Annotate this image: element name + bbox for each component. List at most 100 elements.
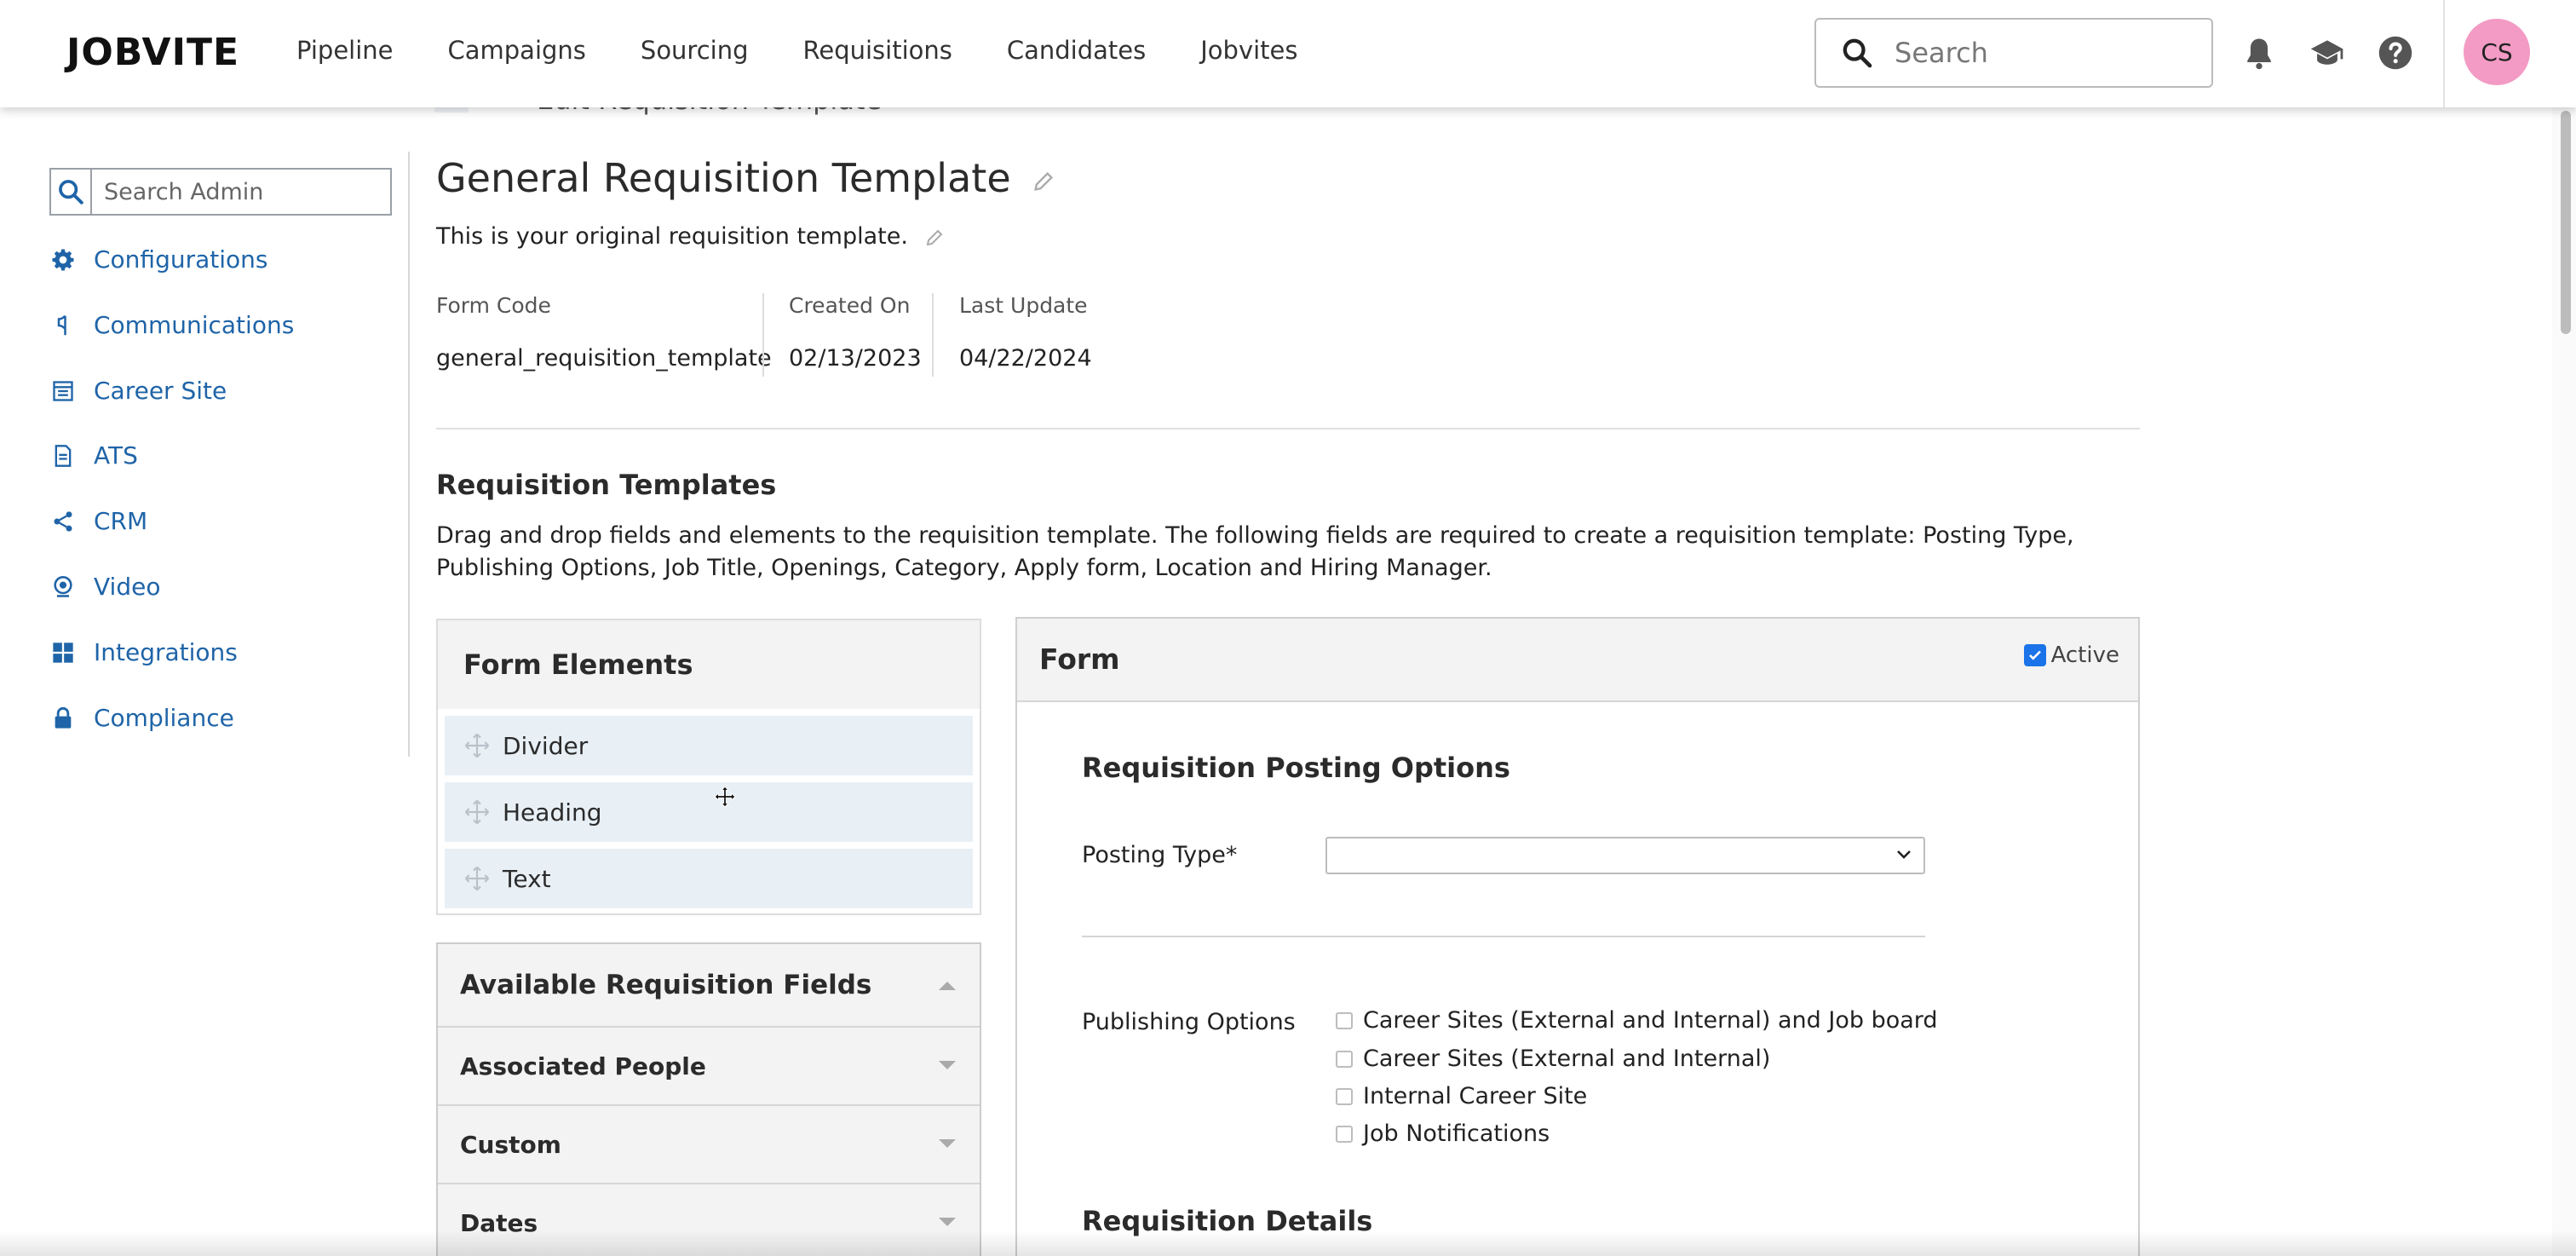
drag-handle-icon[interactable]	[462, 798, 492, 826]
requisition-templates-instructions: Drag and drop fields and elements to the…	[436, 522, 2074, 581]
checkbox[interactable]	[1336, 1087, 1353, 1105]
form-element-text[interactable]: Text	[445, 849, 973, 908]
graduation-cap-icon[interactable]	[2309, 34, 2346, 72]
search-icon	[1843, 38, 1872, 68]
search-icon	[59, 180, 83, 205]
meta-label: Form Code	[436, 293, 551, 318]
nav-pipeline[interactable]: Pipeline	[296, 36, 394, 65]
admin-search-button[interactable]	[51, 170, 92, 214]
global-search-placeholder: Search	[1895, 37, 1988, 69]
sidebar-item-compliance[interactable]: Compliance	[49, 704, 234, 732]
nav-campaigns[interactable]: Campaigns	[448, 36, 586, 65]
meta-last-update: Last Update 04/22/2024	[959, 293, 1092, 372]
form-elements-heading: Form Elements	[438, 620, 980, 709]
global-search-input[interactable]: Search	[1814, 18, 2213, 88]
meta-value: 02/13/2023	[789, 345, 922, 372]
publishing-option-job-notifications[interactable]: Job Notifications	[1325, 1121, 1550, 1147]
sidebar-item-label: Career Site	[94, 377, 227, 405]
checkbox[interactable]	[1336, 1050, 1353, 1068]
help-icon[interactable]	[2377, 34, 2414, 72]
chevron-up-icon[interactable]	[939, 980, 956, 990]
checkbox[interactable]	[1336, 1125, 1353, 1143]
field-group-associated-people[interactable]: Associated People	[438, 1028, 980, 1106]
sidebar-item-crm[interactable]: CRM	[49, 507, 147, 535]
available-fields-heading: Available Requisition Fields	[460, 970, 872, 1000]
sidebar-item-label: Configurations	[94, 245, 268, 274]
requisition-templates-heading: Requisition Templates	[436, 469, 777, 501]
sidebar-item-label: Video	[94, 573, 161, 601]
main-nav: Pipeline Campaigns Sourcing Requisitions…	[296, 36, 1353, 65]
publishing-option-career-sites-job-board[interactable]: Career Sites (External and Internal) and…	[1325, 1007, 1938, 1034]
chevron-down-icon[interactable]	[939, 1061, 956, 1071]
posting-type-label: Posting Type*	[1082, 842, 1238, 868]
meta-label: Created On	[789, 293, 911, 318]
admin-search-placeholder: Search Admin	[104, 178, 264, 205]
topbar-divider	[2443, 0, 2445, 107]
sidebar-item-video[interactable]: Video	[49, 573, 160, 601]
lock-icon	[49, 705, 77, 732]
field-group-custom[interactable]: Custom	[438, 1106, 980, 1184]
edit-title-pencil-icon[interactable]	[1032, 170, 1055, 193]
page-icon	[49, 377, 77, 405]
field-group-label: Associated People	[460, 1051, 706, 1080]
template-description-text: This is your original requisition templa…	[436, 223, 908, 250]
form-panel-header: Form Active	[1017, 619, 2138, 702]
form-elements-panel: Form Elements Divider Heading Text	[436, 619, 981, 915]
admin-search-input[interactable]: Search Admin	[49, 168, 392, 216]
publishing-option-label: Job Notifications	[1363, 1121, 1550, 1147]
page-title: General Requisition Template	[436, 155, 1055, 201]
nav-jobvites[interactable]: Jobvites	[1200, 36, 1297, 65]
window-bottom-shadow	[0, 1230, 2576, 1256]
nav-sourcing[interactable]: Sourcing	[641, 36, 749, 65]
publishing-option-career-sites[interactable]: Career Sites (External and Internal)	[1325, 1046, 1770, 1072]
active-checkbox[interactable]	[2023, 644, 2046, 666]
drag-handle-icon[interactable]	[462, 732, 492, 759]
meta-divider	[762, 293, 764, 377]
form-element-label: Text	[503, 864, 551, 893]
drag-handle-icon[interactable]	[462, 865, 492, 892]
grid-icon	[49, 639, 77, 666]
move-cursor-icon	[714, 786, 736, 808]
nav-candidates[interactable]: Candidates	[1007, 36, 1146, 65]
checkmark-icon	[2028, 650, 2041, 660]
sidebar-item-label: CRM	[94, 507, 148, 535]
sidebar-item-label: ATS	[94, 441, 138, 470]
user-avatar[interactable]: CS	[2464, 19, 2530, 85]
sidebar-item-label: Compliance	[94, 704, 234, 732]
available-fields-header[interactable]: Available Requisition Fields	[438, 944, 980, 1028]
sidebar-item-career-site[interactable]: Career Site	[49, 377, 227, 405]
posting-type-select[interactable]	[1325, 837, 1925, 874]
form-element-divider[interactable]: Divider	[445, 716, 973, 775]
publishing-option-label: Career Sites (External and Internal) and…	[1363, 1007, 1938, 1034]
sidebar-item-label: Communications	[94, 311, 295, 339]
form-panel: Form Active Requisition Posting Options …	[1015, 617, 2140, 1256]
meta-divider	[932, 293, 934, 377]
sidebar-item-label: Integrations	[94, 638, 238, 666]
sidebar-item-communications[interactable]: Communications	[49, 311, 294, 339]
webcam-icon	[49, 573, 77, 601]
section-divider	[436, 428, 2140, 429]
sidebar-item-integrations[interactable]: Integrations	[49, 638, 238, 666]
chevron-down-icon[interactable]	[939, 1218, 956, 1228]
nav-requisitions[interactable]: Requisitions	[803, 36, 952, 65]
active-toggle[interactable]: Active	[2019, 642, 2119, 668]
edit-description-pencil-icon[interactable]	[924, 228, 945, 248]
jobvite-logo[interactable]: JOBVITE	[66, 31, 239, 74]
page-scrollbar-thumb[interactable]	[2561, 111, 2571, 334]
field-group-label: Custom	[460, 1130, 561, 1159]
meta-value: general_requisition_template	[436, 345, 772, 372]
available-fields-panel: Available Requisition Fields Associated …	[436, 942, 981, 1256]
form-element-label: Divider	[503, 731, 589, 760]
sidebar-item-configurations[interactable]: Configurations	[49, 245, 267, 274]
publishing-option-internal-career-site[interactable]: Internal Career Site	[1325, 1083, 1587, 1109]
publishing-option-label: Career Sites (External and Internal)	[1363, 1046, 1771, 1072]
chevron-down-icon[interactable]	[939, 1139, 956, 1149]
checkbox[interactable]	[1336, 1011, 1353, 1029]
top-navigation-bar: JOBVITE Pipeline Campaigns Sourcing Requ…	[0, 0, 2576, 107]
share-icon	[49, 508, 77, 535]
bell-icon[interactable]	[2240, 34, 2278, 72]
meta-value: 04/22/2024	[959, 345, 1092, 372]
active-label: Active	[2050, 642, 2119, 668]
sidebar-item-ats[interactable]: ATS	[49, 441, 138, 470]
form-element-heading[interactable]: Heading	[445, 782, 973, 842]
